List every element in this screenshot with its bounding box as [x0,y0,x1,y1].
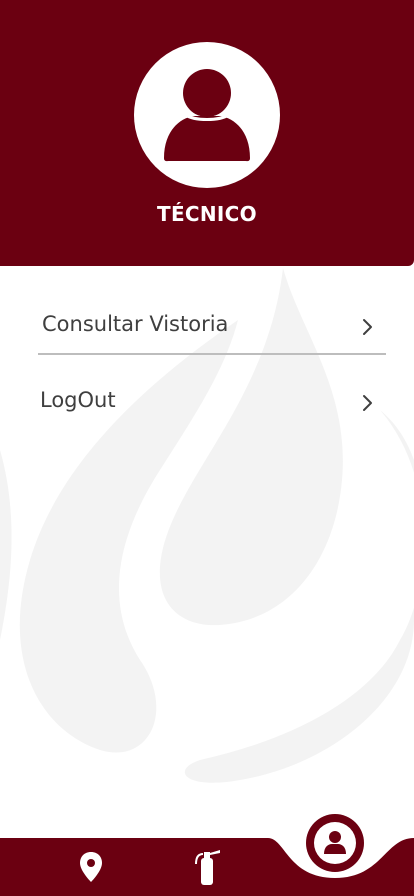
fire-extinguisher-icon [195,850,220,885]
profile-header: TÉCNICO [0,0,414,266]
profile-screen: TÉCNICO Consultar Vistoria LogOut [0,0,414,896]
nav-extinguisher-button[interactable] [193,846,223,886]
menu-divider [38,353,386,355]
nav-profile-button[interactable] [306,814,364,872]
map-pin-icon [80,852,102,882]
role-title: TÉCNICO [157,202,257,226]
avatar [134,42,280,188]
menu-item-label: Consultar Vistoria [42,312,229,336]
nav-map-button[interactable] [77,850,105,884]
user-icon [164,69,250,162]
chevron-right-icon [363,319,372,335]
chevron-right-icon [363,395,372,411]
menu-item-consultar-vistoria[interactable]: Consultar Vistoria [38,296,386,352]
menu-item-label: LogOut [40,388,116,412]
menu-item-logout[interactable]: LogOut [38,372,386,428]
bottom-navigation [0,800,414,896]
profile-icon [306,814,364,872]
